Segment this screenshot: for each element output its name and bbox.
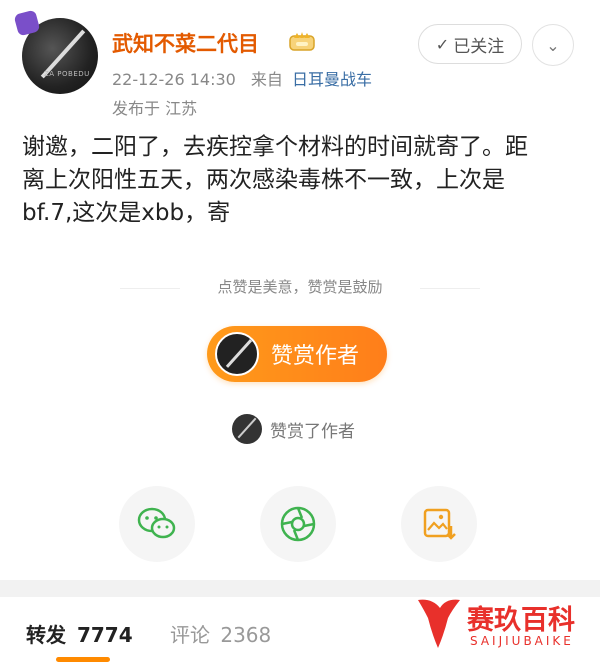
wechat-icon <box>137 507 176 539</box>
reward-button-label: 赞赏作者 <box>271 344 360 369</box>
tab-repost-label: 转发 <box>26 623 66 647</box>
tab-repost-count: 7774 <box>76 623 133 647</box>
check-icon: ✓ <box>435 34 450 54</box>
author-name[interactable]: 武知不菜二代目 <box>112 28 259 58</box>
post-timestamp: 22-12-26 14:30 <box>112 70 236 89</box>
reward-avatar <box>215 332 259 376</box>
tab-comment[interactable]: 评论 2368 <box>170 619 271 648</box>
post-card: ZA POBEDU 武知不菜二代目 22-12-26 14:30 来自 日耳曼战… <box>0 0 600 580</box>
reward-avatar-slash <box>225 339 253 368</box>
post-location: 发布于 江苏 <box>112 99 198 118</box>
rewarded-by[interactable]: 赞赏了作者 <box>232 414 355 444</box>
tab-comment-label: 评论 <box>170 623 210 647</box>
save-image-button[interactable] <box>401 486 477 562</box>
chevron-down-icon: ⌄ <box>546 35 560 55</box>
rewarded-label: 赞赏了作者 <box>270 421 355 442</box>
avatar-caption: ZA POBEDU <box>44 70 90 78</box>
tab-comment-count: 2368 <box>220 623 272 647</box>
share-wechat-button[interactable] <box>119 486 195 562</box>
rewarder-avatar-slash <box>237 417 257 439</box>
share-moments-button[interactable] <box>260 486 336 562</box>
source-prefix: 来自 <box>250 70 283 89</box>
moments-icon <box>280 506 316 542</box>
save-image-icon <box>423 508 456 540</box>
following-button[interactable]: ✓ 已关注 <box>418 24 522 64</box>
more-options-button[interactable]: ⌄ <box>532 24 574 66</box>
tab-repost[interactable]: 转发 7774 <box>26 619 133 648</box>
watermark-subtext: SAIJIUBAIKE <box>470 634 574 648</box>
watermark-brand: 赛玖百科 <box>467 605 575 636</box>
post-body-text: 谢邀，二阳了，去疾控拿个材料的时间就寄了。距 离上次阳性五天，两次感染毒株不一致… <box>22 134 528 226</box>
reward-slogan: 点赞是美意，赞赏是鼓励 <box>217 278 383 296</box>
post-source-link[interactable]: 日耳曼战车 <box>292 70 372 89</box>
following-label: 已关注 <box>453 36 505 57</box>
reward-author-button[interactable]: 赞赏作者 <box>207 326 387 382</box>
post-meta: 22-12-26 14:30 来自 日耳曼战车 <box>112 66 372 90</box>
active-tab-underline <box>56 657 110 662</box>
rewarder-avatar <box>232 414 262 444</box>
vip-crown-icon <box>289 32 315 51</box>
